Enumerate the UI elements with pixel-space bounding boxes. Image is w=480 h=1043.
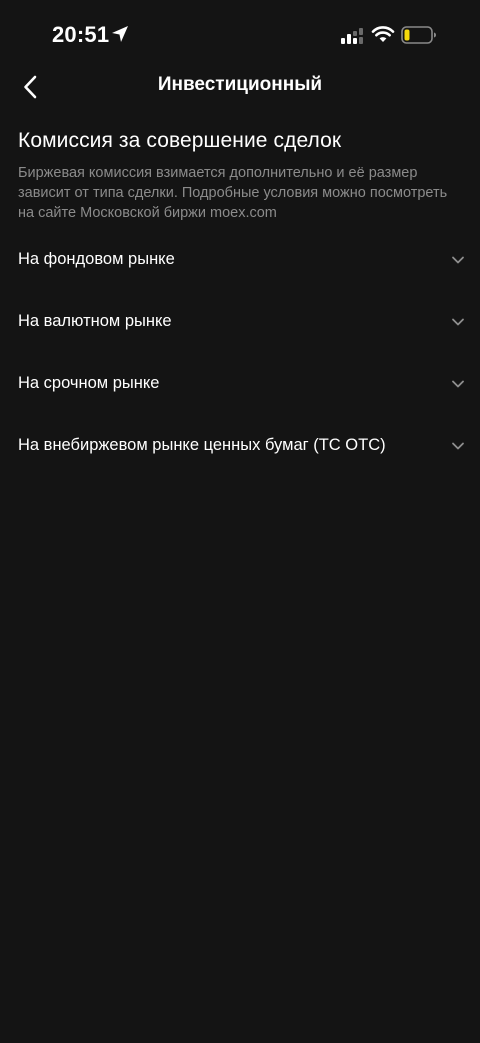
chevron-down-icon xyxy=(451,315,465,329)
accordion-item-stock-market[interactable]: На фондовом рынке xyxy=(0,230,480,292)
nav-bar: Инвестиционный xyxy=(0,62,480,110)
cellular-signal-icon xyxy=(340,27,364,45)
accordion-item-label: На валютном рынке xyxy=(18,312,172,330)
chevron-down-icon xyxy=(451,377,465,391)
chevron-down-icon xyxy=(451,439,465,453)
chevron-down-icon xyxy=(451,253,465,267)
commission-accordion: На фондовом рынке На валютном рынке На с… xyxy=(0,230,480,478)
page-title: Инвестиционный xyxy=(157,74,323,95)
accordion-item-currency-market[interactable]: На валютном рынке xyxy=(0,292,480,354)
wifi-icon xyxy=(371,25,395,44)
accordion-item-otc-market[interactable]: На внебиржевом рынке ценных бумаг (ТС ОТ… xyxy=(0,416,480,478)
battery-icon xyxy=(401,26,437,44)
section-title: Комиссия за совершение сделок xyxy=(18,129,342,152)
status-time: 20:51 xyxy=(52,22,110,47)
accordion-item-derivatives-market[interactable]: На срочном рынке xyxy=(0,354,480,416)
accordion-item-label: На срочном рынке xyxy=(18,374,160,392)
section-description: Биржевая комиссия взимается дополнительн… xyxy=(18,165,448,221)
accordion-item-label: На внебиржевом рынке ценных бумаг (ТС ОТ… xyxy=(18,436,386,454)
status-bar: 20:51 xyxy=(0,0,480,70)
location-arrow-icon xyxy=(110,24,130,44)
accordion-item-label: На фондовом рынке xyxy=(18,250,175,268)
